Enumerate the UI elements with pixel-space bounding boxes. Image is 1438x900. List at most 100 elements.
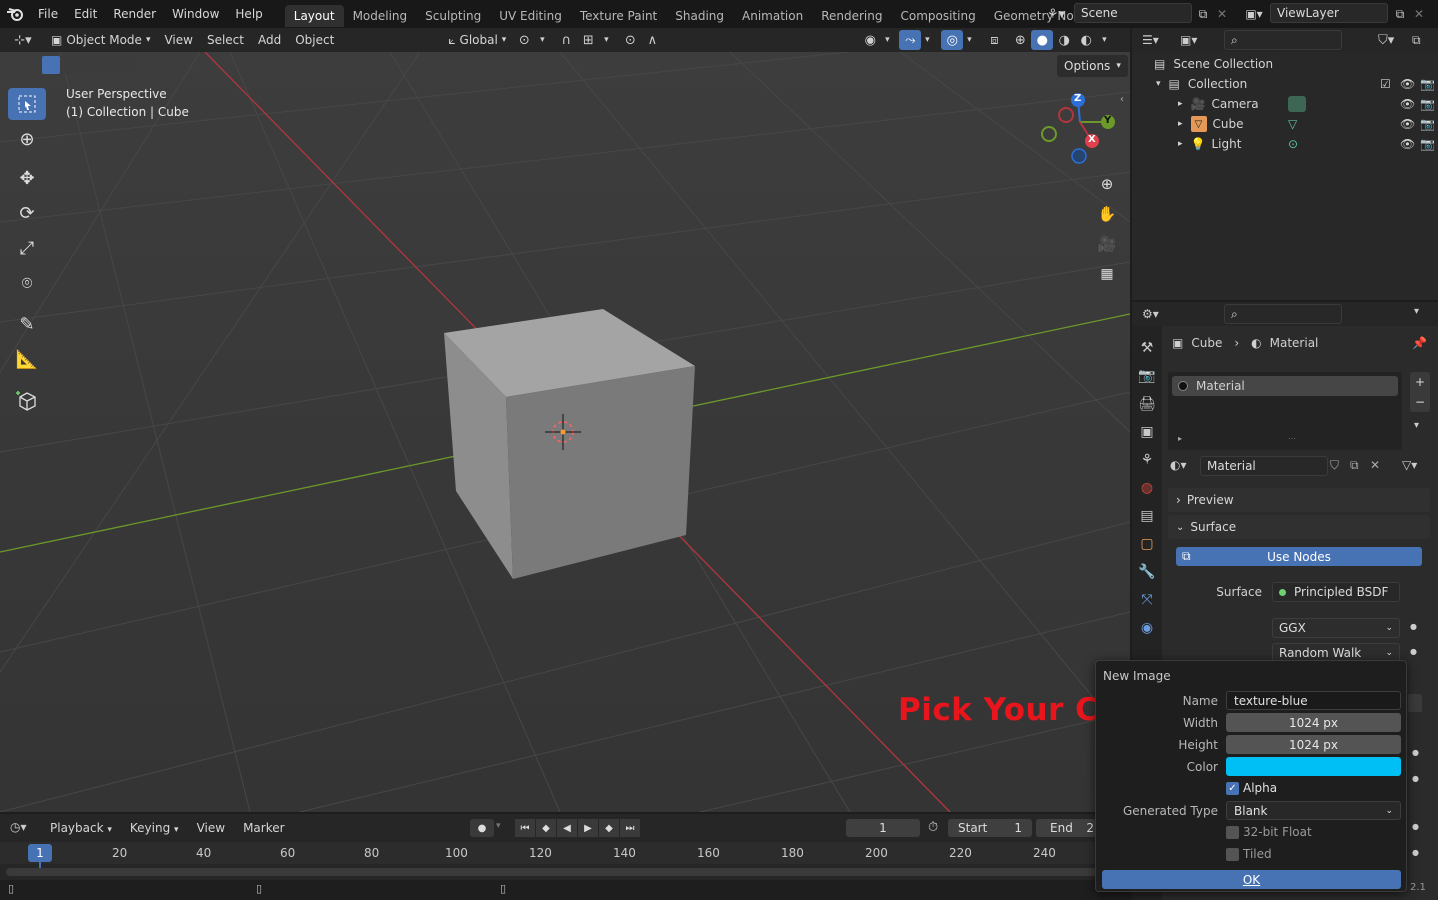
camera-render-icon[interactable]: 📷 [1420, 77, 1435, 91]
timeline-editor-type-icon[interactable]: ◷▾ [10, 820, 27, 834]
mode-dropdown[interactable]: ▣ Object Mode ▾ [44, 28, 157, 52]
visibility-icon[interactable]: ◉ [859, 30, 881, 50]
color-swatch-button[interactable] [1226, 757, 1401, 776]
chevron-down-icon[interactable]: ▾ [1414, 306, 1419, 317]
outliner-search-input[interactable]: ⌕ [1224, 30, 1342, 50]
chevron-down-icon[interactable]: ▾ [963, 30, 975, 50]
solid-shading-icon[interactable]: ● [1031, 30, 1054, 50]
view-layer-icon[interactable]: ▣▾ [1238, 3, 1270, 25]
eye-icon[interactable]: 👁 [1400, 77, 1415, 91]
annotate-tool-icon[interactable]: ✎ [8, 308, 46, 340]
stopwatch-icon[interactable]: ⏱ [928, 820, 938, 835]
editor-type-icon[interactable]: ⊹▾ [8, 30, 38, 50]
socket-dot-icon[interactable]: ● [1412, 774, 1419, 783]
scene-field[interactable]: Scene [1074, 3, 1192, 23]
camera-data-icon[interactable] [1288, 96, 1306, 112]
menu-keying[interactable]: Keying ▾ [130, 821, 179, 835]
chevron-down-icon[interactable]: ▾ [1097, 30, 1111, 50]
duplicate-material-icon[interactable]: ⧉ [1350, 458, 1359, 473]
transform-orientation-dropdown[interactable]: ⟀ Global ▾ [441, 28, 513, 52]
tab-layout[interactable]: Layout [284, 4, 344, 27]
collection-tab-icon[interactable]: ▤ [1132, 502, 1162, 530]
select-subtract-icon[interactable] [80, 56, 98, 74]
select-box-tool[interactable] [8, 88, 46, 120]
chevron-down-icon[interactable]: ▾ [881, 30, 893, 50]
new-view-layer-icon[interactable]: ⧉ [1390, 4, 1410, 24]
new-scene-icon[interactable]: ⧉ [1193, 4, 1213, 24]
socket-dot-icon[interactable]: ● [1410, 647, 1417, 656]
xray-toggle-icon[interactable]: ⧈ [983, 30, 1005, 50]
close-scene-icon[interactable]: ✕ [1214, 4, 1230, 24]
options-dropdown[interactable]: Options ▾ [1057, 55, 1128, 77]
snap-icon[interactable]: ∩ [555, 30, 577, 50]
falloff-icon[interactable]: ∧ [641, 30, 663, 50]
eye-icon[interactable]: 👁 [1400, 137, 1415, 151]
menu-window[interactable]: Window [164, 0, 227, 28]
resize-handle-icon[interactable]: ⋯ [1288, 434, 1296, 443]
blender-logo-icon[interactable] [0, 0, 30, 28]
playhead-frame-indicator[interactable]: 1 [28, 844, 52, 862]
tab-rendering[interactable]: Rendering [812, 5, 891, 27]
tab-uv-editing[interactable]: UV Editing [490, 5, 571, 27]
socket-dot-icon[interactable]: ● [1412, 748, 1419, 757]
use-nodes-button[interactable]: ⧉ Use Nodes [1176, 547, 1422, 566]
remove-slot-icon[interactable]: − [1415, 395, 1425, 409]
generated-type-dropdown[interactable]: Blank ⌄ [1226, 801, 1401, 820]
tool-tab-icon[interactable]: ⚒ [1132, 334, 1162, 362]
outliner-editor-type-icon[interactable]: ☰▾ [1142, 30, 1172, 50]
socket-dot-icon[interactable]: ● [1412, 822, 1419, 831]
new-collection-icon[interactable]: ⧉ [1412, 30, 1432, 50]
render-tab-icon[interactable]: 📷 [1132, 362, 1162, 390]
tab-modeling[interactable]: Modeling [344, 5, 417, 27]
wireframe-shading-icon[interactable]: ⊕ [1009, 30, 1031, 50]
alpha-checkbox[interactable]: ✓ [1226, 781, 1239, 795]
menu-marker[interactable]: Marker [243, 821, 284, 835]
ok-button[interactable]: OK [1102, 870, 1401, 889]
menu-view[interactable]: View [157, 28, 199, 52]
scene-tab-icon[interactable]: ⚘ [1132, 446, 1162, 474]
camera-render-icon[interactable]: 📷 [1420, 137, 1435, 151]
camera-view-icon[interactable]: 🎥 [1095, 232, 1119, 256]
material-name-field[interactable]: Material [1200, 456, 1328, 476]
distribution-dropdown[interactable]: GGX ⌄ [1272, 618, 1400, 638]
cursor-tool-icon[interactable]: ⊕ [8, 123, 46, 155]
float-checkbox-row[interactable]: 32-bit Float [1226, 825, 1312, 839]
properties-search-input[interactable]: ⌕ [1224, 304, 1342, 324]
play-reverse-icon[interactable]: ◀ [557, 819, 577, 837]
select-new-icon[interactable] [42, 56, 60, 74]
next-keyframe-icon[interactable]: ◆ [599, 819, 619, 837]
material-slot-row[interactable]: Material [1172, 376, 1398, 396]
pan-hand-icon[interactable]: ✋ [1095, 202, 1119, 226]
display-mode-icon[interactable]: ▣▾ [1180, 30, 1210, 50]
view-layer-tab-icon[interactable]: ▣ [1132, 418, 1162, 446]
material-shading-icon[interactable]: ◑ [1053, 30, 1075, 50]
measure-tool-icon[interactable]: 📐 [8, 343, 46, 375]
socket-dot-icon[interactable]: ● [1410, 622, 1417, 631]
menu-add[interactable]: Add [251, 28, 288, 52]
tab-texture-paint[interactable]: Texture Paint [571, 5, 666, 27]
pivot-point-icon[interactable]: ⊙ [513, 30, 535, 50]
chevron-down-icon[interactable]: ▾ [496, 821, 501, 831]
ortho-grid-icon[interactable]: ▦ [1095, 262, 1119, 286]
output-tab-icon[interactable]: 🖨 [1132, 390, 1162, 418]
alpha-checkbox-row[interactable]: ✓ Alpha [1226, 781, 1277, 795]
physics-tab-icon[interactable]: ◉ [1132, 614, 1162, 642]
collection-row[interactable]: ▾ ▤ Collection ☑ 👁 📷 [1156, 74, 1436, 94]
eye-icon[interactable]: 👁 [1400, 97, 1415, 111]
surface-panel-header[interactable]: ⌄ Surface [1168, 515, 1430, 539]
play-icon[interactable]: ▶ [578, 819, 598, 837]
properties-editor-type-icon[interactable]: ⚙▾ [1142, 304, 1172, 324]
select-extend-icon[interactable] [61, 56, 79, 74]
unlink-material-icon[interactable]: ✕ [1370, 458, 1380, 472]
scene-selector-icon[interactable]: ⚘▾ [1040, 3, 1072, 25]
zoom-icon[interactable]: ⊕ [1095, 172, 1119, 196]
tiled-checkbox-row[interactable]: Tiled [1226, 847, 1272, 861]
view-layer-field[interactable]: ViewLayer [1270, 3, 1388, 23]
fake-user-icon[interactable]: ⛉ [1330, 458, 1339, 473]
timeline-scrollbar[interactable] [6, 868, 1098, 876]
menu-object[interactable]: Object [288, 28, 341, 52]
checkbox-icon[interactable]: ☑ [1380, 77, 1391, 91]
tab-sculpting[interactable]: Sculpting [416, 5, 490, 27]
jump-end-icon[interactable]: ⏭ [620, 819, 640, 837]
move-tool-icon[interactable]: ✥ [8, 162, 46, 194]
